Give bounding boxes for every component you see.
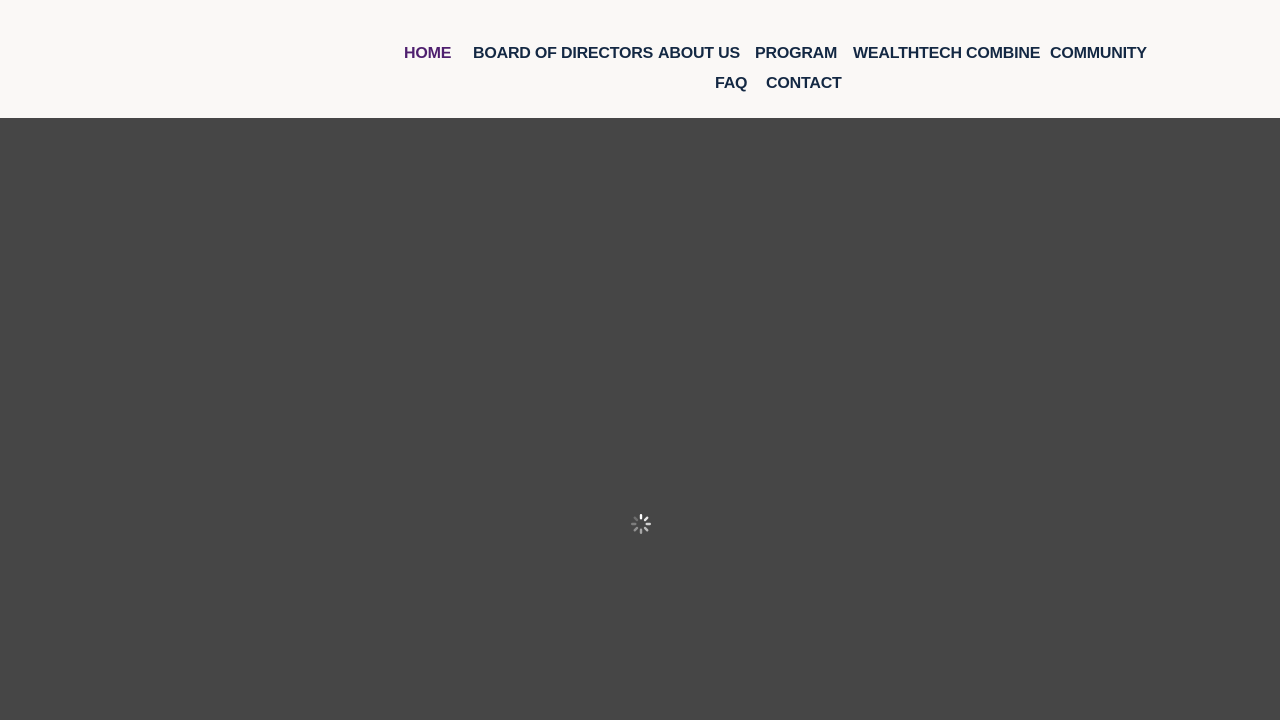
hero-loading-area — [0, 118, 1280, 720]
site-header: HOME BOARD OF DIRECTORS ABOUT US PROGRAM… — [0, 0, 1280, 118]
nav-wealthtech-combine[interactable]: WEALTHTECH COMBINE — [853, 44, 1040, 64]
nav-program[interactable]: PROGRAM — [755, 44, 837, 64]
nav-community[interactable]: COMMUNITY — [1050, 44, 1147, 64]
nav-board-of-directors[interactable]: BOARD OF DIRECTORS — [473, 44, 653, 64]
nav-contact[interactable]: CONTACT — [766, 74, 842, 94]
nav-about-us[interactable]: ABOUT US — [658, 44, 740, 64]
main-navigation: HOME BOARD OF DIRECTORS ABOUT US PROGRAM… — [0, 0, 1280, 118]
loading-spinner-icon — [630, 513, 652, 535]
nav-home[interactable]: HOME — [404, 44, 451, 64]
nav-faq[interactable]: FAQ — [715, 74, 747, 94]
